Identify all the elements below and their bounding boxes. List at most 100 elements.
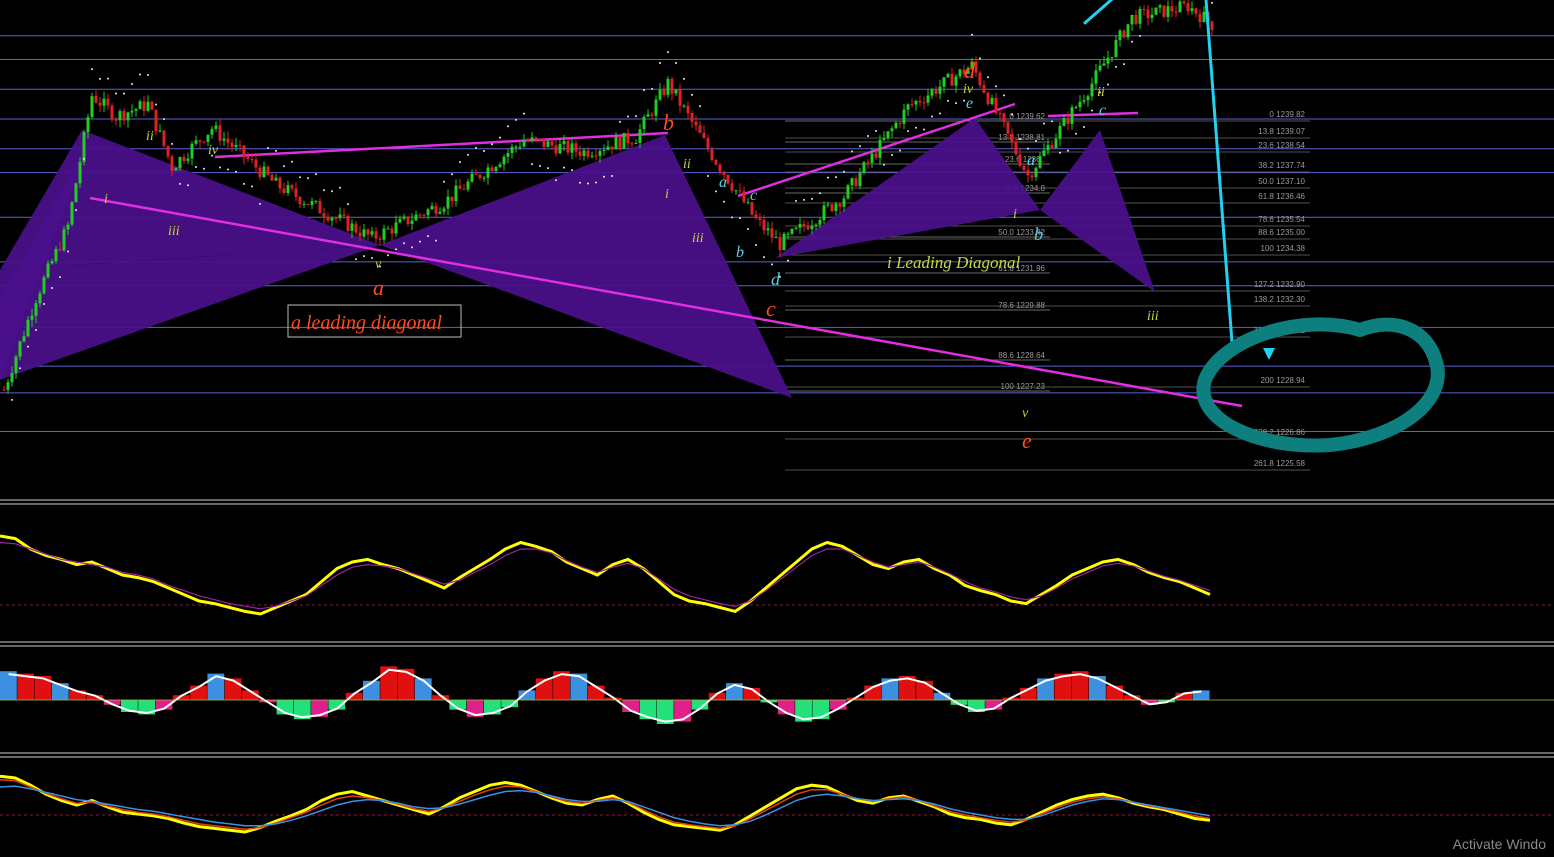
candle-body: [46, 263, 50, 278]
candle-body: [978, 72, 982, 86]
psar-dot: [683, 77, 685, 80]
candle-body: [626, 132, 630, 144]
psar-dot: [947, 99, 949, 102]
psar-dot: [155, 103, 157, 106]
psar-dot: [195, 166, 197, 169]
candle-body: [262, 166, 266, 178]
psar-dot: [363, 255, 365, 258]
candle-body: [314, 200, 318, 202]
wave-label-v-2: v: [1022, 406, 1029, 421]
candle-body: [486, 167, 490, 178]
candle-body: [834, 203, 838, 211]
psar-dot: [243, 182, 245, 185]
candle-body: [1002, 113, 1006, 123]
candle-body: [394, 222, 398, 234]
psar-dot: [91, 68, 93, 71]
candle-body: [1138, 9, 1142, 24]
candle-body: [1086, 96, 1090, 101]
fib-mid-label: 88.6 1228.64: [998, 351, 1045, 360]
fib-right-label: 100 1234.38: [1261, 244, 1306, 253]
candle-body: [30, 315, 34, 320]
psar-dot: [83, 157, 85, 160]
candle-body: [1158, 5, 1162, 8]
psar-dot: [635, 115, 637, 118]
psar-dot: [131, 82, 133, 85]
psar-dot: [547, 167, 549, 170]
psar-dot: [491, 143, 493, 146]
candle-body: [1190, 8, 1194, 12]
candle-body: [710, 149, 714, 160]
candle-body: [702, 132, 706, 138]
psar-dot: [555, 179, 557, 182]
psar-dot: [643, 89, 645, 92]
psar-dot: [715, 190, 717, 193]
wave-label-b-2: b: [736, 244, 744, 261]
candle-body: [738, 190, 742, 192]
candle-body: [730, 183, 734, 191]
candle-body: [362, 229, 366, 237]
fib-right-label: 61.8 1236.46: [1258, 192, 1305, 201]
psar-dot: [75, 209, 77, 212]
candle-body: [618, 137, 622, 149]
candle-body: [958, 69, 962, 77]
psar-dot: [371, 257, 373, 260]
candle-body: [142, 101, 146, 111]
psar-dot: [1075, 132, 1077, 135]
candle-body: [194, 140, 198, 144]
candle-body: [470, 173, 474, 182]
candle-body: [610, 146, 614, 150]
wave-label-i-3: i: [1013, 207, 1017, 222]
psar-dot: [147, 73, 149, 76]
candle-body: [266, 166, 270, 175]
wave-label-v: v: [375, 257, 382, 272]
wave-label-e: e: [1022, 428, 1032, 453]
candle-body: [514, 146, 518, 148]
candle-body: [654, 99, 658, 116]
a-leading-diagonal-label: a leading diagonal: [291, 312, 443, 334]
candle-body: [306, 203, 310, 205]
candle-body: [566, 140, 570, 153]
candle-body: [254, 159, 258, 168]
fib-right-label: 261.8 1225.58: [1254, 459, 1306, 468]
psar-dot: [1091, 109, 1093, 112]
psar-dot: [99, 77, 101, 80]
candle-body: [870, 153, 874, 163]
candle-body: [1162, 5, 1166, 17]
candle-body: [758, 218, 762, 220]
candle-body: [986, 92, 990, 104]
candle-body: [638, 129, 642, 143]
psar-dot: [163, 118, 165, 121]
psar-dot: [1107, 83, 1109, 86]
candle-body: [198, 140, 202, 142]
candle-body: [666, 78, 670, 95]
candle-body: [1058, 125, 1062, 139]
psar-dot: [299, 176, 301, 179]
candle-body: [38, 293, 42, 304]
candle-body: [578, 151, 582, 156]
candle-body: [874, 153, 878, 158]
candle-body: [914, 100, 918, 105]
candle-body: [34, 303, 38, 316]
candle-body: [490, 167, 494, 171]
candle-body: [898, 122, 902, 124]
candle-body: [522, 140, 526, 147]
psar-dot: [531, 163, 533, 166]
candle-body: [282, 188, 286, 193]
candle-body: [554, 145, 558, 154]
candle-body: [558, 144, 562, 154]
candle-body: [886, 131, 890, 138]
hist-bar: [674, 700, 691, 722]
fib-right-label: 38.2 1237.74: [1258, 161, 1305, 170]
psar-dot: [971, 33, 973, 36]
psar-dot: [315, 173, 317, 176]
candle-body: [166, 145, 170, 157]
candle-body: [1046, 144, 1050, 151]
candle-body: [594, 155, 598, 157]
psar-dot: [1211, 1, 1213, 4]
psar-dot: [323, 189, 325, 192]
candle-body: [890, 128, 894, 132]
fib-right-label: 88.6 1235.00: [1258, 228, 1305, 237]
candle-body: [862, 162, 866, 173]
psar-dot: [435, 239, 437, 242]
psar-dot: [443, 180, 445, 183]
